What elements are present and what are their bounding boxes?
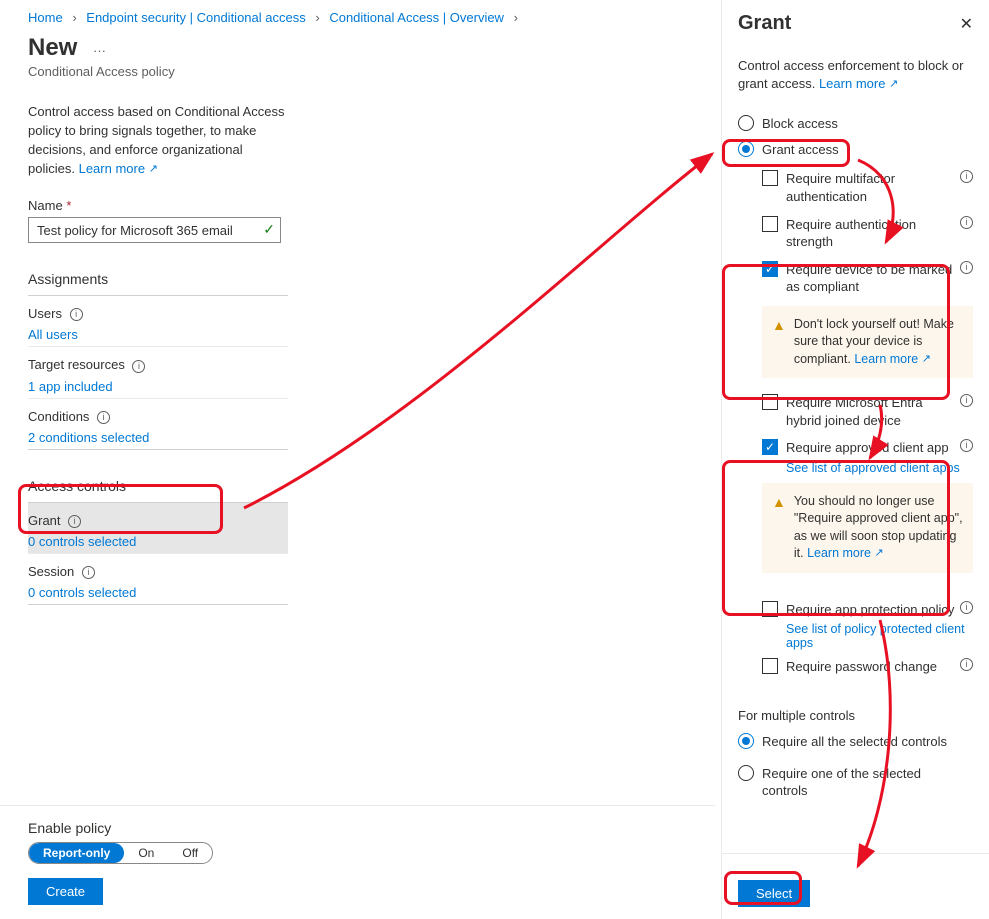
target-resources-row[interactable]: Target resources i 1 app included: [28, 347, 288, 398]
breadcrumb-home[interactable]: Home: [28, 10, 63, 25]
select-button[interactable]: Select: [738, 880, 810, 907]
radio-icon[interactable]: [738, 765, 754, 781]
grant-value-link[interactable]: 0 controls selected: [28, 534, 136, 549]
checkbox-icon[interactable]: [762, 394, 778, 410]
chevron-right-icon: ›: [315, 10, 319, 25]
breadcrumb-conditional-access[interactable]: Conditional Access | Overview: [329, 10, 504, 25]
grant-access-radio[interactable]: Grant access: [738, 137, 973, 163]
create-button[interactable]: Create: [28, 878, 103, 905]
checkbox-icon[interactable]: [762, 601, 778, 617]
users-row[interactable]: Users i All users: [28, 296, 288, 347]
assignments-header: Assignments: [28, 271, 288, 296]
session-value-link[interactable]: 0 controls selected: [28, 585, 136, 600]
page-title: New: [28, 34, 77, 62]
info-icon: i: [960, 601, 973, 614]
warning-icon: ▲: [772, 493, 786, 563]
radio-icon[interactable]: [738, 115, 754, 131]
bottom-bar: Enable policy Report-only On Off Create: [0, 805, 715, 919]
grant-flyout: Grant ✕ Control access enforcement to bl…: [721, 0, 989, 919]
info-icon: i: [960, 261, 973, 274]
chevron-right-icon: ›: [514, 10, 518, 25]
block-access-radio[interactable]: Block access: [738, 111, 973, 137]
require-one-control-radio[interactable]: Require one of the selected controls: [738, 761, 973, 804]
warning-icon: ▲: [772, 316, 786, 369]
flyout-learn-more-link[interactable]: Learn more ↗: [819, 76, 898, 91]
conditions-value-link[interactable]: 2 conditions selected: [28, 430, 149, 445]
info-icon: i: [132, 360, 145, 373]
radio-icon[interactable]: [738, 141, 754, 157]
conditions-row[interactable]: Conditions i 2 conditions selected: [28, 399, 288, 450]
require-mfa-checkbox[interactable]: Require multifactor authentication i: [738, 162, 973, 207]
breadcrumb-endpoint-security[interactable]: Endpoint security | Conditional access: [86, 10, 305, 25]
enable-policy-toggle[interactable]: Report-only On Off: [28, 842, 213, 864]
users-value-link[interactable]: All users: [28, 327, 78, 342]
toggle-on[interactable]: On: [124, 843, 168, 863]
multiple-controls-header: For multiple controls: [738, 708, 973, 723]
chevron-right-icon: ›: [72, 10, 76, 25]
info-icon: i: [70, 308, 83, 321]
info-icon: i: [82, 566, 95, 579]
info-icon: i: [960, 216, 973, 229]
access-controls-header: Access controls: [28, 478, 288, 502]
compliant-warning: ▲ Don't lock yourself out! Make sure tha…: [762, 306, 973, 379]
external-link-icon: ↗: [922, 353, 931, 365]
info-icon: i: [68, 515, 81, 528]
require-app-protection-checkbox[interactable]: Require app protection policy i: [738, 593, 973, 621]
target-value-link[interactable]: 1 app included: [28, 379, 113, 394]
toggle-report-only[interactable]: Report-only: [29, 843, 124, 863]
more-icon[interactable]: ···: [93, 43, 106, 58]
approved-warning-learn-more[interactable]: Learn more ↗: [807, 546, 884, 560]
approved-client-apps-link[interactable]: See list of approved client apps: [786, 461, 973, 475]
external-link-icon: ↗: [889, 78, 898, 90]
external-link-icon: ↗: [875, 547, 884, 559]
require-hybrid-joined-checkbox[interactable]: Require Microsoft Entra hybrid joined de…: [738, 386, 973, 431]
session-row[interactable]: Session i 0 controls selected: [28, 554, 288, 605]
require-compliant-device-checkbox[interactable]: ✓ Require device to be marked as complia…: [738, 253, 973, 298]
checkbox-icon[interactable]: ✓: [762, 439, 778, 455]
enable-policy-label: Enable policy: [28, 820, 715, 836]
info-icon: i: [97, 411, 110, 424]
external-link-icon: ↗: [149, 163, 158, 175]
require-auth-strength-checkbox[interactable]: Require authentication strength i: [738, 208, 973, 253]
name-field-label: Name *: [28, 198, 288, 213]
intro-learn-more-link[interactable]: Learn more ↗: [79, 161, 158, 176]
approved-app-warning: ▲ You should no longer use "Require appr…: [762, 483, 973, 573]
checkbox-icon[interactable]: [762, 658, 778, 674]
flyout-description: Control access enforcement to block or g…: [738, 57, 973, 93]
close-icon[interactable]: ✕: [960, 14, 973, 34]
checkbox-icon[interactable]: ✓: [762, 261, 778, 277]
require-approved-client-app-checkbox[interactable]: ✓ Require approved client app i: [738, 431, 973, 459]
checkbox-icon[interactable]: [762, 170, 778, 186]
checkbox-icon[interactable]: [762, 216, 778, 232]
radio-icon[interactable]: [738, 733, 754, 749]
require-password-change-checkbox[interactable]: Require password change i: [738, 650, 973, 678]
require-all-controls-radio[interactable]: Require all the selected controls: [738, 729, 973, 755]
compliant-warning-learn-more[interactable]: Learn more ↗: [854, 352, 931, 366]
page-intro: Control access based on Conditional Acce…: [28, 103, 288, 178]
toggle-off[interactable]: Off: [168, 843, 212, 863]
grant-row[interactable]: Grant i 0 controls selected: [28, 502, 288, 554]
policy-name-input[interactable]: [28, 217, 281, 243]
check-icon: ✓: [263, 221, 275, 238]
page-subtitle: Conditional Access policy: [28, 64, 288, 79]
app-protection-link[interactable]: See list of policy protected client apps: [786, 622, 973, 650]
flyout-title: Grant: [738, 12, 791, 35]
